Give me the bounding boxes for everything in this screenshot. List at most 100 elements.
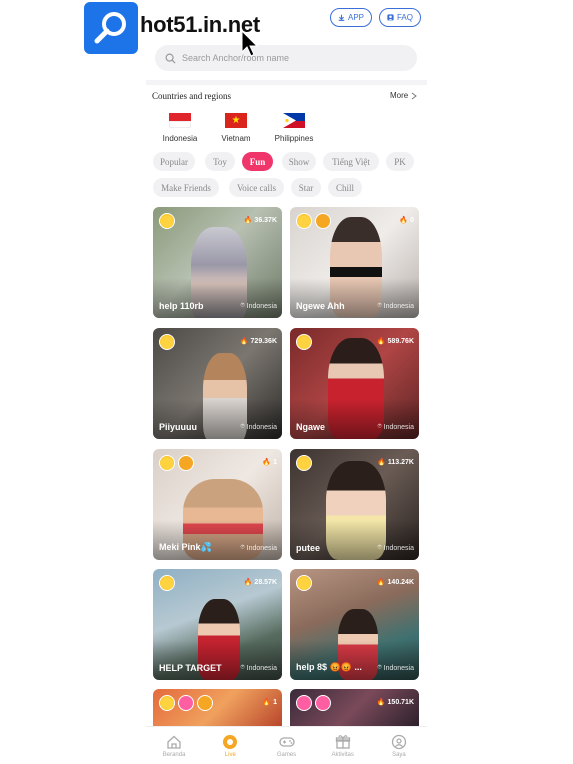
chip-label: PK (394, 156, 406, 167)
category-chip-popular[interactable]: Popular (153, 152, 195, 171)
category-chip-pk[interactable]: PK (386, 152, 414, 171)
location-pin-icon: ⌾ (377, 302, 382, 309)
category-chip-star[interactable]: Star (291, 178, 321, 197)
tab-label: Live (224, 751, 236, 758)
search-bar[interactable]: Search Anchor/room name (155, 45, 417, 71)
thumbnail-shade (153, 399, 282, 439)
category-chip-toy[interactable]: Toy (205, 152, 235, 171)
tab-label: Aktivitas (331, 751, 354, 758)
viewer-count: 🔥 589.76K (377, 337, 414, 346)
location-pin-icon: ⌾ (240, 423, 245, 430)
tab-label: Games (276, 751, 297, 758)
viewer-count: 🔥 150.71K (376, 698, 414, 707)
country-label: Indonesia (162, 134, 198, 143)
download-icon (338, 14, 345, 21)
tab-beranda[interactable]: Beranda (146, 727, 202, 764)
stream-card[interactable]: 🔥 28.57K HELP TARGET ⌾ Indonesia (153, 569, 282, 680)
tab-aktivitas[interactable]: Aktivitas (315, 727, 371, 764)
app-button-label: APP (347, 13, 364, 22)
regions-more-link[interactable]: More (390, 91, 418, 100)
views-text: 113.27K (387, 458, 414, 466)
profile-icon (391, 734, 407, 749)
location-text: Indonesia (246, 423, 277, 431)
chip-label: Voice calls (236, 182, 277, 193)
emoji-badge-icon (296, 213, 312, 229)
country-philippines[interactable]: Philippines (264, 113, 324, 143)
chip-label: Toy (213, 156, 227, 167)
flame-icon: 🔥 (262, 459, 272, 466)
stream-card[interactable]: 🔥 36.37K help 110rb ⌾ Indonesia (153, 207, 282, 318)
shield-badge-icon (197, 695, 213, 711)
category-chip-fun[interactable]: Fun (242, 152, 273, 171)
flame-icon: 🔥 (399, 217, 409, 224)
search-placeholder: Search Anchor/room name (182, 53, 290, 63)
tab-saya[interactable]: Saya (371, 727, 427, 764)
tab-games[interactable]: Games (258, 727, 314, 764)
tab-label: Saya (392, 751, 406, 758)
location-text: Indonesia (246, 664, 277, 672)
faq-button-label: FAQ (396, 13, 413, 22)
viewer-count: 🔥 729.36K (240, 337, 277, 346)
stream-card[interactable]: 🔥 729.36K Piiyuuuu ⌾ Indonesia (153, 328, 282, 439)
thumbnail-shade (290, 520, 419, 560)
stream-card[interactable]: 🔥 113.27K putee ⌾ Indonesia (290, 449, 419, 560)
stream-card[interactable]: 🔥 0 Ngewe Ahh ⌾ Indonesia (290, 207, 419, 318)
watermark-logo (84, 2, 138, 54)
category-chip-show[interactable]: Show (282, 152, 316, 171)
download-app-button[interactable]: APP (330, 8, 372, 27)
stream-location: ⌾ Indonesia (240, 302, 277, 310)
stream-card[interactable]: 🔥 140.24K help 8$ 😡😡 ... ⌾ Indonesia (290, 569, 419, 680)
more-label: More (390, 91, 409, 100)
category-chip-tieng-viet[interactable]: Tiếng Việt (323, 152, 379, 171)
emoji-badge-icon (159, 334, 175, 350)
tab-label: Beranda (162, 751, 186, 758)
location-text: Indonesia (246, 302, 277, 310)
country-label: Philippines (274, 134, 314, 143)
chip-label: Star (298, 182, 314, 193)
views-text: 36.37K (254, 216, 277, 224)
chevron-right-icon (411, 92, 418, 99)
views-text: 1 (273, 458, 277, 466)
flame-icon: 🔥 (376, 699, 386, 706)
stream-card[interactable]: 🔥 150.71K (290, 689, 419, 729)
stream-location: ⌾ Indonesia (377, 423, 414, 431)
magnifier-icon (94, 12, 126, 44)
thumbnail-shade (153, 640, 282, 680)
streamer-name: Meki Pink💦 (159, 542, 212, 552)
flame-icon: 🔥 (376, 579, 386, 586)
country-indonesia[interactable]: Indonesia (150, 113, 210, 143)
streamer-name: putee (296, 543, 321, 553)
viewer-count: 🔥 36.37K (243, 216, 277, 225)
category-chip-chill[interactable]: Chill (328, 178, 362, 197)
stream-card[interactable]: 🔥 1 Meki Pink💦 ⌾ Indonesia (153, 449, 282, 560)
faq-button[interactable]: FAQ (379, 8, 421, 27)
views-text: 28.57K (254, 578, 277, 586)
lips-badge-icon (178, 695, 194, 711)
views-text: 0 (410, 216, 414, 224)
section-divider (146, 80, 427, 85)
shield-badge-icon (178, 455, 194, 471)
shield-badge-icon (315, 213, 331, 229)
viewer-count: 🔥 28.57K (244, 578, 277, 587)
chip-label: Show (288, 156, 310, 167)
stream-location: ⌾ Indonesia (240, 664, 277, 672)
flag-philippines-icon (283, 113, 305, 128)
category-chip-voice-calls[interactable]: Voice calls (229, 178, 284, 197)
chip-label: Tiếng Việt (332, 156, 370, 167)
category-chip-make-friends[interactable]: Make Friends (153, 178, 219, 197)
location-pin-icon: ⌾ (240, 302, 245, 309)
stream-card[interactable]: 🔥 1 (153, 689, 282, 729)
mouse-cursor-icon (241, 30, 259, 57)
lips-badge-icon (315, 695, 331, 711)
stream-location: ⌾ Indonesia (377, 302, 414, 310)
location-text: Indonesia (383, 302, 414, 310)
flag-indonesia-icon (169, 113, 191, 128)
viewer-count: 🔥 113.27K (377, 458, 414, 467)
viewer-count: 🔥 140.24K (376, 578, 414, 587)
flame-icon: 🔥 (243, 217, 253, 224)
stream-card[interactable]: 🔥 589.76K Ngawe ⌾ Indonesia (290, 328, 419, 439)
stream-location: ⌾ Indonesia (377, 544, 414, 552)
emoji-badge-icon (296, 334, 312, 350)
tab-live[interactable]: Live (202, 727, 258, 764)
country-vietnam[interactable]: ★ Vietnam (206, 113, 266, 143)
